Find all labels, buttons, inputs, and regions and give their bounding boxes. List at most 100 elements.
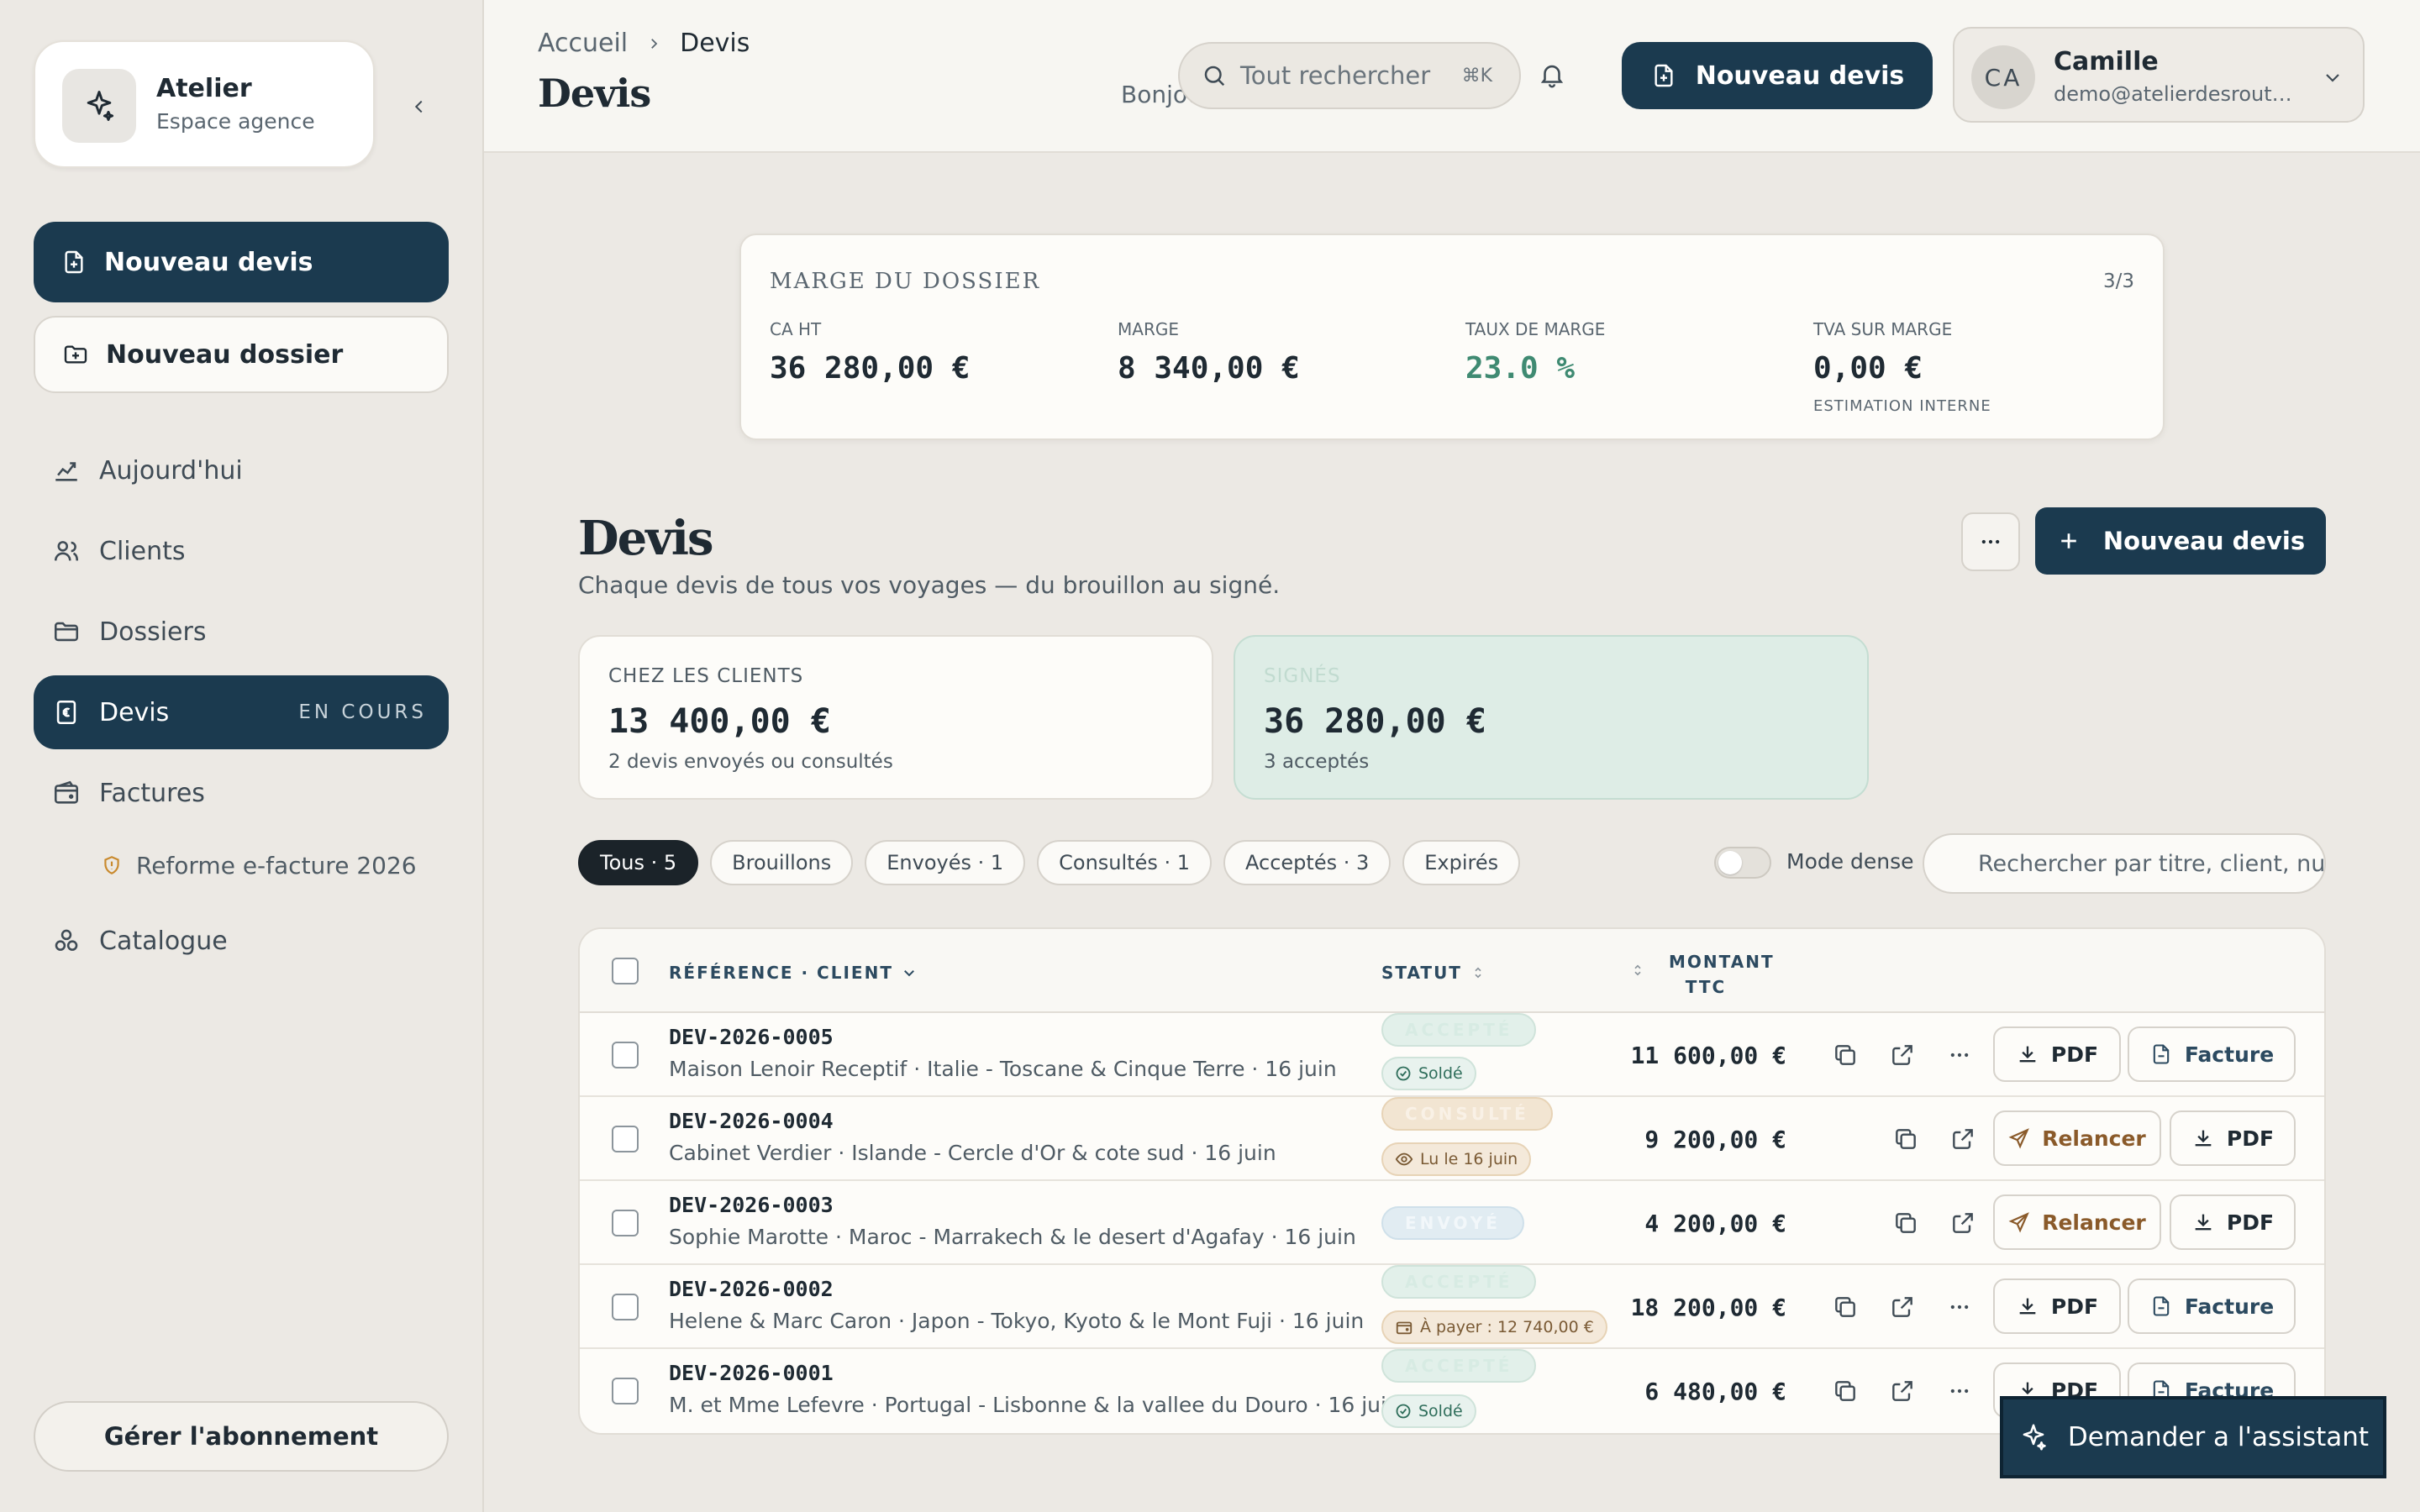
more-options-button[interactable] [1961,512,2020,571]
open-button[interactable] [1884,1037,1921,1074]
table-row[interactable]: DEV-2026-0003 Sophie Marotte · Maroc - M… [580,1181,2324,1265]
table-row[interactable]: DEV-2026-0004 Cabinet Verdier · Islande … [580,1097,2324,1181]
column-header-amount[interactable]: MONTANT TTC [1669,949,1773,1000]
metric-value: 23.0 % [1465,351,1576,386]
search-icon [1204,66,1225,87]
dense-mode-label: Mode dense [1786,849,1914,874]
sidebar-subitem-efacture[interactable]: Reforme e-facture 2026 [101,847,417,884]
notifications-button[interactable] [1533,55,1571,94]
sort-amount-button[interactable] [1630,963,1645,978]
metric-label: TVA SUR MARGE [1813,319,1953,339]
duplicate-button[interactable] [1887,1205,1924,1242]
table-row[interactable]: DEV-2026-0002 Helene & Marc Caron · Japo… [580,1265,2324,1349]
row-checkbox[interactable] [612,1126,639,1152]
viewed-badge: Lu le 16 juin [1381,1142,1532,1176]
catalog-icon [55,929,78,951]
filter-viewed[interactable]: Consultés · 1 [1037,840,1213,885]
sidebar-item-catalog[interactable]: Catalogue [34,904,449,978]
ask-assistant-button[interactable]: Demander a l'assistant [2000,1396,2386,1478]
row-checkbox[interactable] [612,1378,639,1404]
duplicate-button[interactable] [1827,1037,1864,1074]
quote-amount: 11 600,00 € [1630,1042,1786,1069]
column-header-ref-client[interactable]: RÉFÉRENCE · CLIENT [669,963,917,983]
filter-sent[interactable]: Envoyés · 1 [865,840,1026,885]
status-badge: EN COURS [298,701,427,723]
quote-description: Helene & Marc Caron · Japon - Tokyo, Kyo… [669,1309,1365,1333]
breadcrumb-home-link[interactable]: Accueil [538,29,628,58]
table-row[interactable]: DEV-2026-0005 Maison Lenoir Receptif · I… [580,1013,2324,1097]
quote-reference[interactable]: DEV-2026-0001 [669,1361,834,1385]
quote-reference[interactable]: DEV-2026-0003 [669,1193,834,1217]
sidebar-new-quote-button[interactable]: Nouveau devis [34,222,449,302]
duplicate-button[interactable] [1887,1121,1924,1158]
status-badge: ACCEPTÉ [1381,1349,1537,1383]
row-more-button[interactable] [1941,1037,1978,1074]
quote-reference[interactable]: DEV-2026-0004 [669,1109,834,1133]
margin-summary-card: Marge du dossier 3/3 CA HT 36 280,00 € M… [739,234,2165,440]
stat-value: 36 280,00 € [1264,702,1486,741]
table-search-input[interactable]: Rechercher par titre, client, numéro [1923,833,2326,894]
pdf-button[interactable]: PDF [1993,1026,2121,1082]
filter-accepted[interactable]: Acceptés · 3 [1223,840,1392,885]
stat-label: CHEZ LES CLIENTS [608,665,804,687]
more-horizontal-icon [1950,1305,1969,1310]
duplicate-button[interactable] [1827,1373,1864,1410]
margin-card-title: Marge du dossier [770,269,1041,294]
collapse-sidebar-button[interactable] [400,87,439,126]
sidebar-item-invoices[interactable]: Factures [34,756,449,830]
column-header-status[interactable]: STATUT [1381,963,1486,983]
header-new-quote-button[interactable]: Nouveau devis [1622,42,1933,109]
sidebar-item-clients[interactable]: Clients [34,514,449,588]
column-header-label: STATUT [1381,963,1462,983]
pdf-button-label: PDF [2226,1210,2275,1235]
more-horizontal-icon [1950,1053,1969,1058]
manage-subscription-button[interactable]: Gérer l'abonnement [34,1401,449,1472]
remind-button[interactable]: Relancer [1993,1194,2161,1250]
sidebar-item-today[interactable]: Aujourd'hui [34,433,449,507]
sidebar-item-folders[interactable]: Dossiers [34,595,449,669]
pdf-button[interactable]: PDF [2170,1110,2296,1166]
duplicate-button[interactable] [1827,1289,1864,1326]
row-more-button[interactable] [1941,1289,1978,1326]
filter-all[interactable]: Tous · 5 [578,840,699,885]
filter-expired[interactable]: Expirés [1402,840,1521,885]
quote-reference[interactable]: DEV-2026-0002 [669,1277,834,1301]
invoice-button[interactable]: Facture [2128,1278,2296,1334]
open-button[interactable] [1944,1205,1981,1242]
payment-due-label: À payer : 12 740,00 € [1420,1318,1594,1336]
row-more-button[interactable] [1941,1373,1978,1410]
dense-mode-toggle[interactable] [1714,847,1771,879]
brand-card[interactable]: Atelier Espace agence [34,40,375,168]
open-button[interactable] [1944,1121,1981,1158]
remind-button[interactable]: Relancer [1993,1110,2161,1166]
copy-icon [1896,1213,1916,1233]
global-search-input[interactable]: Tout rechercher ⌘K [1178,42,1521,109]
row-checkbox[interactable] [612,1042,639,1068]
select-all-checkbox[interactable] [612,958,639,984]
payment-badge: Soldé [1381,1057,1476,1090]
open-button[interactable] [1884,1373,1921,1410]
pdf-button[interactable]: PDF [2170,1194,2296,1250]
user-menu[interactable]: CA Camille demo@atelierdesroutes.fr [1953,27,2365,123]
users-icon [54,541,79,561]
section-new-quote-button[interactable]: Nouveau devis [2035,507,2326,575]
more-horizontal-icon [1950,1389,1969,1394]
invoice-button[interactable]: Facture [2128,1026,2296,1082]
download-icon [2019,1046,2036,1063]
sidebar: Atelier Espace agence Nouveau devis Nouv… [0,0,484,1512]
sidebar-new-folder-button[interactable]: Nouveau dossier [34,316,449,393]
sparkle-icon [62,69,136,143]
open-button[interactable] [1884,1289,1921,1326]
chevron-left-icon [414,100,423,113]
external-link-icon [1892,1297,1912,1317]
sidebar-item-quotes[interactable]: Devis EN COURS [34,675,449,749]
toggle-knob [1718,851,1742,874]
remind-button-label: Relancer [2042,1126,2146,1151]
row-checkbox[interactable] [612,1294,639,1320]
row-checkbox[interactable] [612,1210,639,1236]
quote-reference[interactable]: DEV-2026-0005 [669,1025,834,1049]
download-icon [2195,1214,2212,1231]
filter-drafts[interactable]: Brouillons [710,840,854,885]
pdf-button-label: PDF [2050,1294,2099,1319]
pdf-button[interactable]: PDF [1993,1278,2121,1334]
